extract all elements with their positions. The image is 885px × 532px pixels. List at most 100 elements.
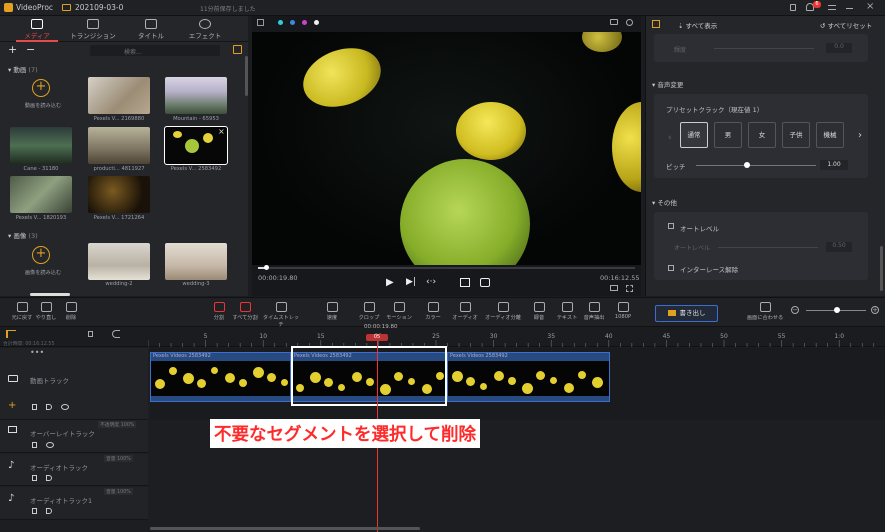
scrubber-handle[interactable] <box>263 265 269 270</box>
track-more-icon[interactable]: ••• <box>30 348 44 357</box>
tab-effect[interactable]: エフェクト <box>176 18 234 40</box>
segment-highlight[interactable] <box>291 346 447 406</box>
magnet-icon[interactable] <box>112 330 120 338</box>
grid-icon[interactable] <box>257 19 264 26</box>
voice-section-header[interactable]: ▾ 音声変更 <box>652 79 683 89</box>
remove-icon[interactable]: − <box>26 43 35 56</box>
video-frame[interactable] <box>252 32 641 265</box>
deinterlace-checkbox[interactable] <box>668 265 674 271</box>
snapshot-icon[interactable] <box>610 19 618 25</box>
audio-1-mute-icon[interactable] <box>46 508 52 514</box>
video-track-mute-icon[interactable] <box>46 404 52 410</box>
auto-level-value[interactable]: 0.50 <box>826 242 852 252</box>
fit-screen-button[interactable]: 画面に合わせる <box>744 302 786 321</box>
add-to-track-icon[interactable]: + <box>8 400 16 411</box>
reset-all-button[interactable]: ↺ すべてリセット <box>820 20 872 30</box>
zoom-handle[interactable] <box>834 307 840 313</box>
timeline-ruler[interactable]: 5101520253035404550551:0 <box>148 327 885 347</box>
play-frame-button[interactable]: ▶| <box>406 277 416 287</box>
preset-machine[interactable]: 機械 <box>816 122 844 148</box>
color-dot-magenta[interactable] <box>302 20 307 25</box>
minimize-icon[interactable] <box>846 8 853 9</box>
add-image-button[interactable]: + <box>32 246 50 264</box>
video-track-visible-icon[interactable] <box>61 404 69 410</box>
preset-next-icon[interactable]: › <box>858 130 862 141</box>
lock-icon[interactable] <box>790 4 796 11</box>
crop-view-icon[interactable] <box>460 278 470 287</box>
motion-button[interactable]: モーション <box>380 302 418 321</box>
export-frame-icon[interactable] <box>480 278 490 287</box>
blur-slider[interactable] <box>714 48 814 49</box>
split-all-button[interactable]: すべて分割 <box>226 302 264 321</box>
preset-prev-icon[interactable]: ‹ <box>668 133 672 143</box>
close-icon[interactable]: × <box>866 1 874 12</box>
media-hscroll[interactable] <box>30 293 70 296</box>
menu-icon[interactable] <box>828 5 836 10</box>
settings-icon[interactable] <box>626 19 633 26</box>
project-name[interactable]: 202109-03-0 <box>75 3 123 12</box>
panel-toggle-icon[interactable] <box>233 45 242 54</box>
image-thumb-1[interactable] <box>88 243 150 280</box>
color-dot-white[interactable] <box>314 20 319 25</box>
preview-scrubber[interactable] <box>258 265 635 270</box>
delete-button[interactable]: 削除 <box>52 302 90 321</box>
color-dot-cyan[interactable] <box>278 20 283 25</box>
preset-female[interactable]: 女 <box>748 122 776 148</box>
audio-button[interactable]: オーディオ <box>446 302 484 321</box>
blur-value[interactable]: 0.0 <box>826 43 852 53</box>
image-section-header[interactable]: ▾ 画像 (3) <box>8 230 38 240</box>
video-thumb-1[interactable] <box>88 77 150 114</box>
fullscreen-icon[interactable] <box>626 285 633 292</box>
color-dot-blue[interactable] <box>290 20 295 25</box>
add-icon[interactable]: + <box>8 43 17 56</box>
preset-child[interactable]: 子供 <box>782 122 810 148</box>
video-thumb-3[interactable] <box>10 127 72 164</box>
zoom-in-icon[interactable]: + <box>871 306 879 314</box>
show-all-button[interactable]: ⇣ すべて表示 <box>678 20 717 30</box>
audio-mute-icon[interactable] <box>46 475 52 481</box>
audio-lock-icon[interactable] <box>32 475 37 481</box>
media-scrollbar[interactable] <box>245 56 248 96</box>
preset-male[interactable]: 男 <box>714 122 742 148</box>
audio-split-button[interactable]: オーディオ分離 <box>484 302 522 321</box>
play-button[interactable]: ▶ <box>386 277 394 288</box>
video-thumb-6[interactable] <box>10 176 72 213</box>
add-video-button[interactable]: + <box>32 79 50 97</box>
tab-transition[interactable]: トランジション <box>64 18 122 40</box>
video-thumb-4[interactable] <box>88 127 150 164</box>
preset-normal[interactable]: 通常 <box>680 122 708 148</box>
camera-icon[interactable] <box>610 285 618 291</box>
add-track-icon[interactable] <box>6 330 16 338</box>
overlay-lock-icon[interactable] <box>32 442 37 448</box>
pitch-value[interactable]: 1.00 <box>820 160 848 170</box>
playhead-marker[interactable]: 05 <box>366 334 388 341</box>
zoom-slider[interactable] <box>806 307 866 313</box>
panel-collapse-icon[interactable] <box>652 20 660 28</box>
properties-scrollbar[interactable] <box>880 246 883 291</box>
track-lock-icon[interactable] <box>88 331 93 337</box>
audio-1-lock-icon[interactable] <box>32 508 37 514</box>
search-input[interactable]: 検索... <box>90 45 220 56</box>
prev-next-frame-button[interactable]: ‹·› <box>426 277 436 287</box>
auto-level-checkbox[interactable] <box>668 223 674 229</box>
tab-media[interactable]: メディア <box>8 18 66 42</box>
video-track-lock-icon[interactable] <box>32 404 37 410</box>
zoom-out-icon[interactable]: − <box>791 306 799 314</box>
video-clip-3[interactable]: Pexels Videos 2583492 <box>447 352 610 402</box>
overlay-visible-icon[interactable] <box>46 442 54 448</box>
pitch-slider[interactable] <box>696 162 816 168</box>
export-button[interactable]: 書き出し <box>655 305 718 322</box>
speed-button[interactable]: 速度 <box>313 302 351 321</box>
other-section-header[interactable]: ▾ その他 <box>652 197 677 207</box>
tab-title[interactable]: タイトル <box>122 18 180 40</box>
timeline-hscroll[interactable] <box>150 527 420 530</box>
video-clip-1[interactable]: Pexels Videos 2583492 <box>150 352 291 402</box>
image-thumb-2[interactable] <box>165 243 227 280</box>
auto-level-slider[interactable] <box>718 247 818 248</box>
video-section-header[interactable]: ▾ 動画 (7) <box>8 64 38 74</box>
folder-icon[interactable] <box>62 4 71 11</box>
time-stretch-button[interactable]: タイムストレッチ <box>262 302 300 328</box>
resolution-button[interactable]: 1080P <box>604 302 642 320</box>
pitch-handle[interactable] <box>744 162 750 168</box>
video-thumb-7[interactable] <box>88 176 150 213</box>
